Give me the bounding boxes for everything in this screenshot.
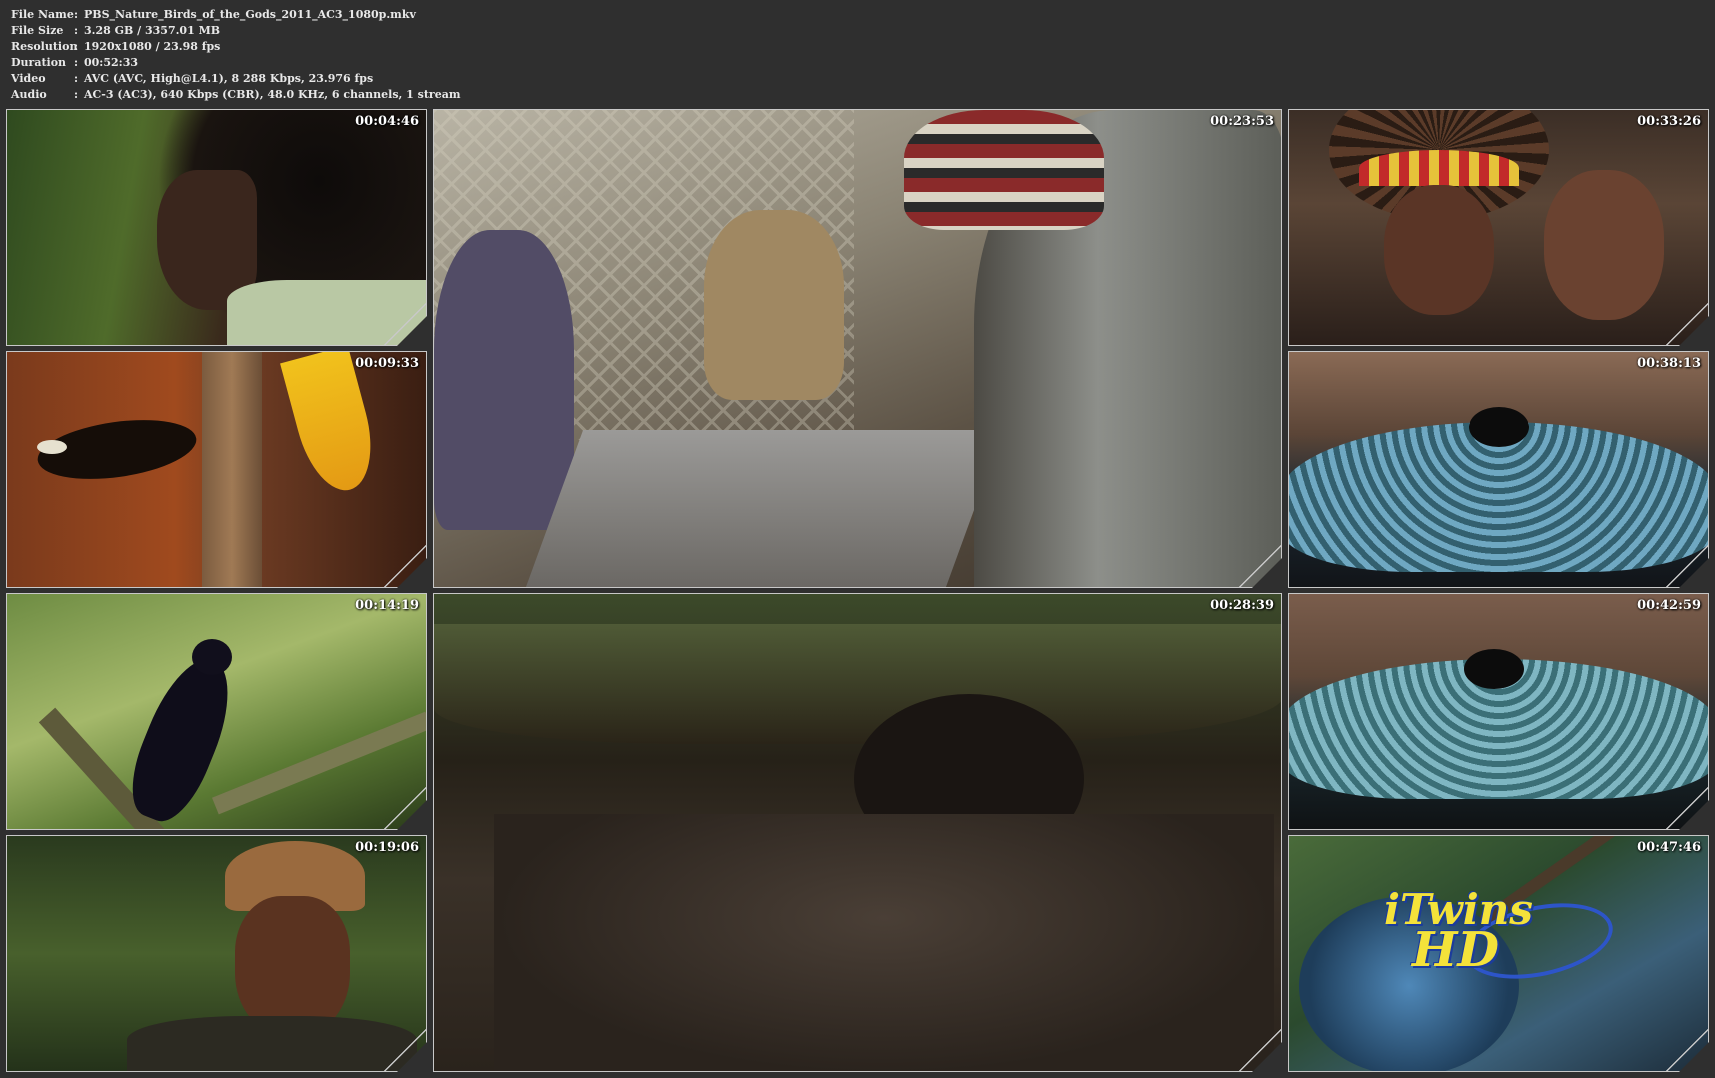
info-separator: : <box>74 72 79 85</box>
info-value: 1920x1080 / 23.98 fps <box>84 40 221 53</box>
watermark-logo: iTwins HD <box>1384 891 1533 972</box>
man-with-cap-icon <box>7 836 426 1071</box>
thumbnail-5[interactable]: 00:23:53 <box>433 109 1282 588</box>
info-separator: : <box>74 8 79 21</box>
iridescent-feathers-icon <box>1289 352 1708 587</box>
info-label: Video <box>11 72 46 85</box>
info-separator: : <box>74 88 79 101</box>
info-separator: : <box>74 56 79 69</box>
corner-fold-icon <box>1665 544 1709 588</box>
bird-of-paradise-icon <box>7 352 426 587</box>
info-value: 3.28 GB / 3357.01 MB <box>84 24 221 37</box>
thumbnail-9[interactable]: 00:42:59 <box>1288 593 1709 830</box>
bird-on-branch-icon <box>7 594 426 829</box>
thumbnail-1[interactable]: 00:04:46 <box>6 109 427 346</box>
corner-fold-icon <box>383 544 427 588</box>
corner-fold-icon <box>1238 1028 1282 1072</box>
headdress-icon <box>1289 110 1708 345</box>
timestamp: 00:47:46 <box>1637 840 1701 855</box>
info-row-file-name: File Name : PBS_Nature_Birds_of_the_Gods… <box>11 7 461 23</box>
corner-fold-icon <box>383 302 427 346</box>
info-row-video: Video : AVC (AVC, High@L4.1), 8 288 Kbps… <box>11 71 461 87</box>
timestamp: 00:33:26 <box>1637 114 1701 129</box>
media-info-panel: File Name : PBS_Nature_Birds_of_the_Gods… <box>11 7 461 103</box>
timestamp: 00:09:33 <box>355 356 419 371</box>
thumbnail-4[interactable]: 00:19:06 <box>6 835 427 1072</box>
corner-fold-icon <box>383 1028 427 1072</box>
timestamp: 00:23:53 <box>1210 114 1274 129</box>
info-label: File Size <box>11 24 64 37</box>
info-value: PBS_Nature_Birds_of_the_Gods_2011_AC3_10… <box>84 8 416 21</box>
timestamp: 00:42:59 <box>1637 598 1701 613</box>
info-row-audio: Audio : AC-3 (AC3), 640 Kbps (CBR), 48.0… <box>11 87 461 103</box>
info-separator: : <box>74 40 79 53</box>
corner-fold-icon <box>383 786 427 830</box>
thumbnail-6[interactable]: 00:28:39 <box>433 593 1282 1072</box>
info-label: Audio <box>11 88 47 101</box>
market-feathers-icon <box>434 110 1281 587</box>
info-label: File Name <box>11 8 74 21</box>
info-value: AC-3 (AC3), 640 Kbps (CBR), 48.0 KHz, 6 … <box>84 88 461 101</box>
watermark-line2: HD <box>1412 921 1499 978</box>
corner-fold-icon <box>1665 1028 1709 1072</box>
info-label: Duration <box>11 56 67 69</box>
forest-floor-icon <box>434 594 1281 1071</box>
timestamp: 00:04:46 <box>355 114 419 129</box>
corner-fold-icon <box>1238 544 1282 588</box>
thumbnail-3[interactable]: 00:14:19 <box>6 593 427 830</box>
info-row-file-size: File Size : 3.28 GB / 3357.01 MB <box>11 23 461 39</box>
thumbnail-8[interactable]: 00:38:13 <box>1288 351 1709 588</box>
info-row-resolution: Resolution : 1920x1080 / 23.98 fps <box>11 39 461 55</box>
timestamp: 00:19:06 <box>355 840 419 855</box>
corner-fold-icon <box>1665 302 1709 346</box>
corner-fold-icon <box>1665 786 1709 830</box>
iridescent-feathers-icon <box>1289 594 1708 829</box>
thumbnail-7[interactable]: 00:33:26 <box>1288 109 1709 346</box>
info-value: 00:52:33 <box>84 56 139 69</box>
timestamp: 00:38:13 <box>1637 356 1701 371</box>
info-separator: : <box>74 24 79 37</box>
timestamp: 00:28:39 <box>1210 598 1274 613</box>
thumbnail-10[interactable]: iTwins HD 00:47:46 <box>1288 835 1709 1072</box>
thumbnail-2[interactable]: 00:09:33 <box>6 351 427 588</box>
timestamp: 00:14:19 <box>355 598 419 613</box>
person-profile-icon <box>7 110 426 345</box>
info-value: AVC (AVC, High@L4.1), 8 288 Kbps, 23.976… <box>84 72 374 85</box>
info-label: Resolution <box>11 40 78 53</box>
info-row-duration: Duration : 00:52:33 <box>11 55 461 71</box>
